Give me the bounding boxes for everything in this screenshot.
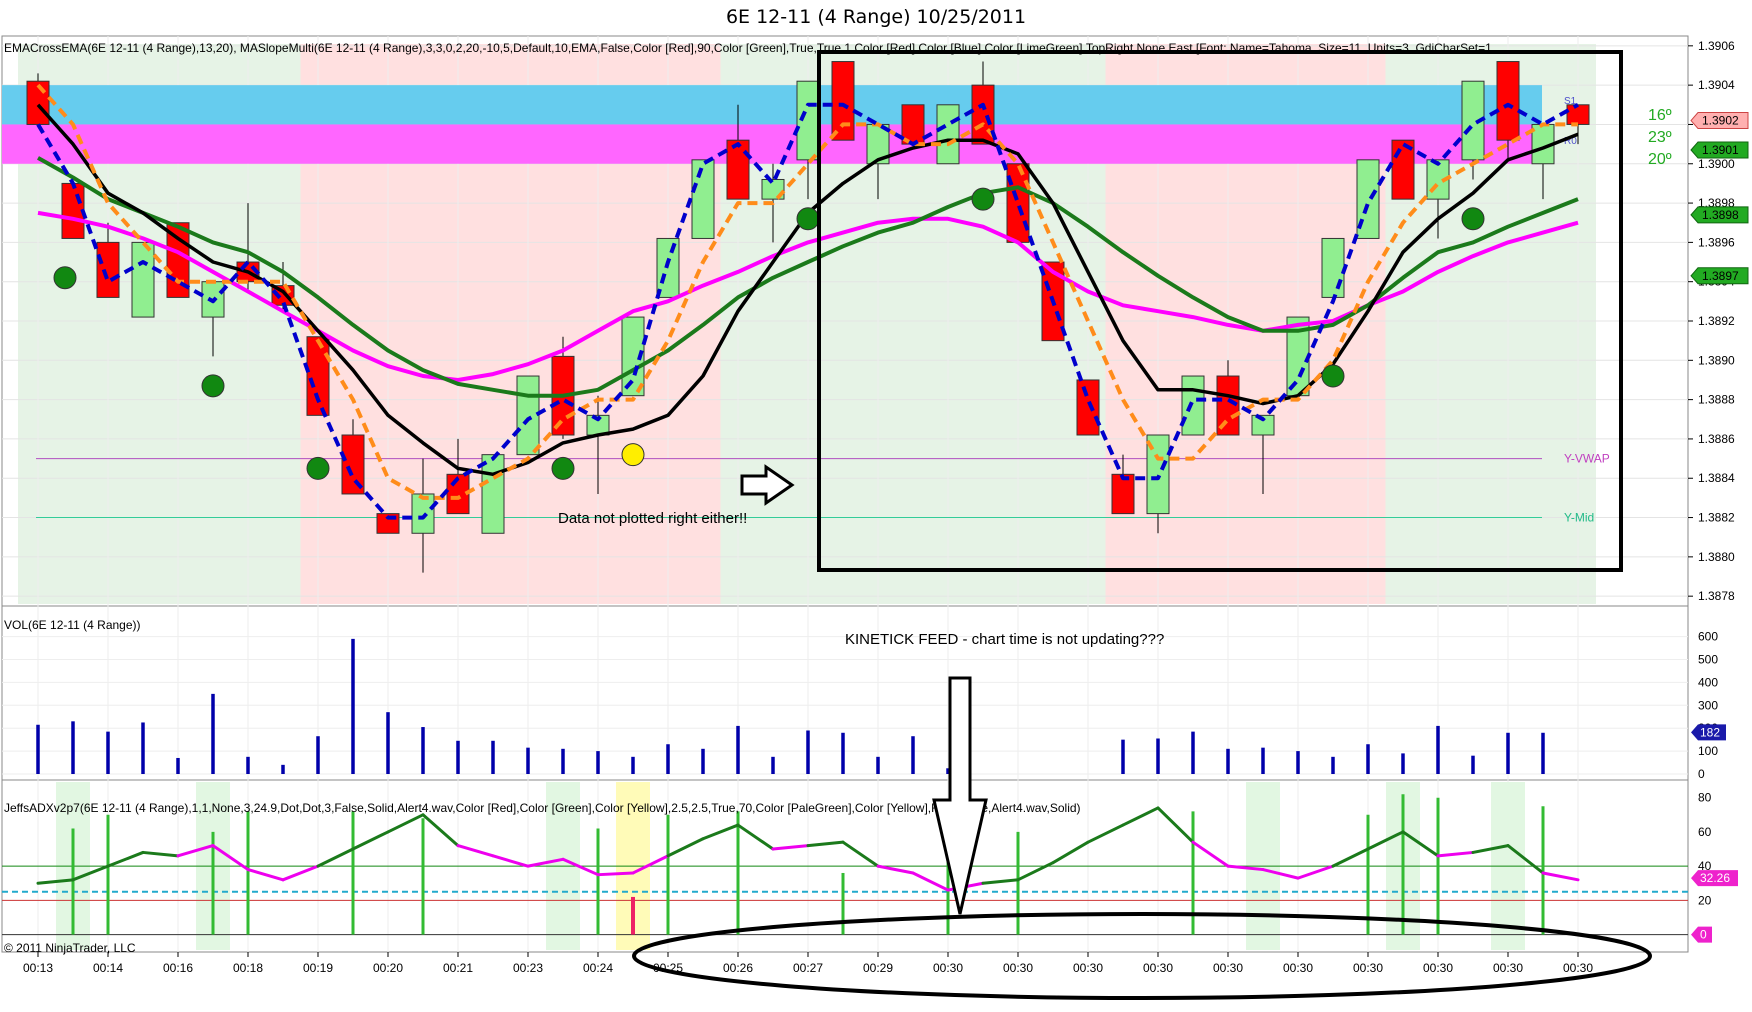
time-axis-label: 00:20 (373, 961, 403, 975)
annotation-text: KINETICK FEED - chart time is not updati… (845, 631, 1164, 648)
volume-axis-label: 600 (1698, 630, 1718, 644)
adx-axis-label: 20 (1698, 893, 1712, 907)
green-signal-dot (53, 266, 77, 290)
time-axis-label: 00:23 (513, 961, 543, 975)
price-axis-label: 1.3890 (1698, 353, 1735, 367)
time-axis-label: 00:30 (1283, 961, 1313, 975)
bear-candle (831, 61, 855, 141)
adx-value-label: 32.26 (1700, 871, 1730, 885)
slope-angle: 20º (1648, 151, 1672, 168)
price-axis-label: 1.3904 (1698, 78, 1735, 92)
volume-axis-label: 100 (1698, 744, 1718, 758)
price-axis-label: 1.3900 (1698, 157, 1735, 171)
pivot-band-cyan (2, 85, 1542, 125)
adx-indicator-label: JeffsADXv2p7(6E 12-11 (4 Range),1,1,None… (4, 801, 1081, 815)
bear-candle (1111, 473, 1135, 515)
price-axis-label: 1.3906 (1698, 39, 1735, 53)
bear-candle (726, 139, 750, 200)
bull-candle (796, 80, 820, 161)
price-axis-label: 1.3884 (1698, 471, 1735, 485)
price-axis-label: 1.3886 (1698, 432, 1735, 446)
copyright-label: © 2011 NinjaTrader, LLC (4, 941, 136, 955)
pivot-band-pink (2, 124, 1542, 164)
green-signal-dot (551, 456, 575, 480)
price-axis-label: 1.3882 (1698, 511, 1735, 525)
chart-window: 6E 12-11 (4 Range) 10/25/2011 Y-VWAP Y-Mi… (0, 0, 1752, 1012)
green-signal-dot (201, 374, 225, 398)
bull-candle (516, 375, 540, 456)
time-axis-label: 00:19 (303, 961, 333, 975)
time-axis-label: 00:26 (723, 961, 753, 975)
volume-indicator-label: VOL(6E 12-11 (4 Range)) (4, 618, 141, 632)
volume-axis-label: 400 (1698, 675, 1718, 689)
green-signal-dot (1321, 364, 1345, 388)
time-axis-label: 00:30 (1493, 961, 1523, 975)
time-axis-label: 00:29 (863, 961, 893, 975)
annotation-text: Data not plotted right either!! (558, 510, 747, 527)
time-axis-label: 00:30 (1003, 961, 1033, 975)
bear-candle (1566, 104, 1590, 125)
price-axis-label: 1.3888 (1698, 393, 1735, 407)
adx-axis-label: 60 (1698, 825, 1712, 839)
price-tag-label: 1.3901 (1702, 143, 1739, 157)
time-axis-label: 00:16 (163, 961, 193, 975)
volume-axis-label: 0 (1698, 767, 1705, 781)
time-axis-label: 00:30 (1563, 961, 1593, 975)
time-axis-label: 00:30 (1143, 961, 1173, 975)
time-axis-label: 00:27 (793, 961, 823, 975)
time-axis-label: 00:30 (1073, 961, 1103, 975)
green-signal-dot (971, 187, 995, 211)
bear-candle (96, 241, 120, 298)
price-axis-label: 1.3880 (1698, 550, 1735, 564)
time-axis-label: 00:30 (1353, 961, 1383, 975)
price-tag-label: 1.3902 (1702, 114, 1739, 128)
bull-candle (691, 159, 715, 239)
adx-zero-label: 0 (1700, 928, 1707, 942)
slope-angle: 23º (1648, 129, 1672, 146)
time-axis-label: 00:30 (1423, 961, 1453, 975)
price-axis-label: 1.3892 (1698, 314, 1735, 328)
slope-angle: 16º (1648, 107, 1672, 124)
time-axis-label: 00:14 (93, 961, 123, 975)
time-axis-label: 00:21 (443, 961, 473, 975)
bull-candle (1321, 237, 1345, 298)
bear-candle (306, 336, 330, 416)
adx-axis-label: 80 (1698, 791, 1712, 805)
chart-title: 6E 12-11 (4 Range) 10/25/2011 (725, 6, 1027, 28)
green-signal-dot (796, 207, 820, 231)
level-label: Y-VWAP (1564, 452, 1610, 466)
yellow-signal-dot (621, 443, 645, 467)
price-tag-label: 1.3898 (1702, 208, 1739, 222)
time-axis-label: 00:18 (233, 961, 263, 975)
bull-candle (1181, 375, 1205, 436)
time-axis-label: 00:30 (1213, 961, 1243, 975)
time-axis-label: 00:24 (583, 961, 613, 975)
green-signal-dot (306, 456, 330, 480)
bear-candle (1076, 379, 1100, 436)
adx-line-segment (596, 871, 635, 877)
bull-candle (481, 454, 505, 534)
price-tag-label: 1.3897 (1702, 269, 1739, 283)
volume-axis-label: 300 (1698, 698, 1718, 712)
time-axis-label: 00:13 (23, 961, 53, 975)
bull-candle (131, 241, 155, 318)
green-signal-dot (1461, 207, 1485, 231)
bear-candle (1496, 61, 1520, 141)
bull-candle (936, 104, 960, 165)
price-axis-label: 1.3896 (1698, 235, 1735, 249)
volume-axis-label: 500 (1698, 652, 1718, 666)
level-label: Y-Mid (1564, 511, 1594, 525)
price-axis-label: 1.3878 (1698, 589, 1735, 603)
volume-value-label: 182 (1700, 725, 1720, 739)
time-axis-label: 00:30 (933, 961, 963, 975)
chart-canvas[interactable]: Y-VWAPY-MidS1R0 1.39061.39041.39021.3900… (0, 34, 1752, 1012)
